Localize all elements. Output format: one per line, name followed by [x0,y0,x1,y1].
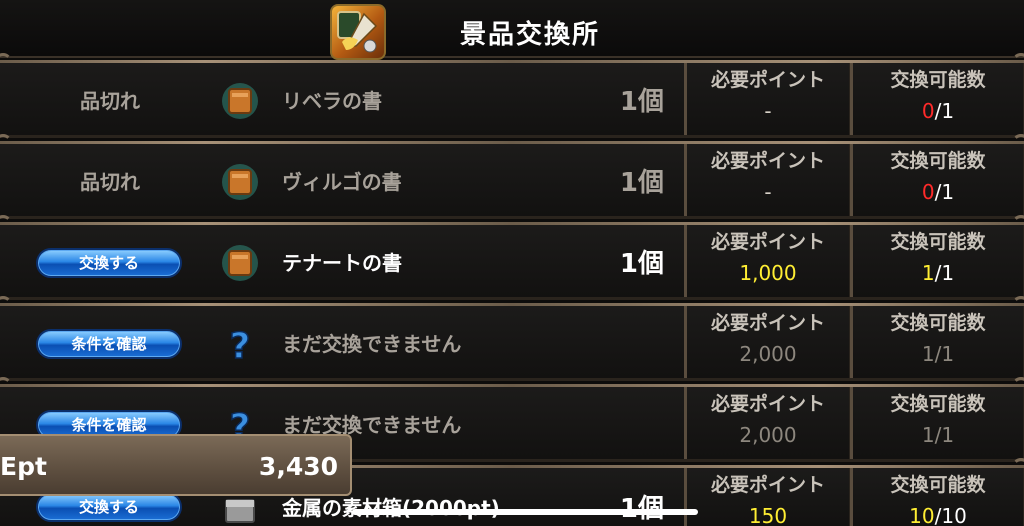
required-points-cell: 必要ポイント - [684,144,850,216]
required-points-label: 必要ポイント [710,150,825,172]
home-indicator[interactable] [352,509,698,515]
exchange-count-value: 1/1 [921,342,955,366]
required-points-value: 2,000 [739,342,797,366]
ornament [0,215,12,233]
required-points-value: - [764,180,772,204]
header: 景品交換所 [0,0,1024,60]
item-quantity: 1個 [619,87,664,117]
required-points-value: 2,000 [739,423,797,447]
item-name: ヴィルゴの書 [282,170,402,194]
exchange-count-label: 交換可能数 [890,393,986,415]
points-value: 3,430 [258,452,338,481]
question-icon: ? [220,324,260,368]
required-points-value: 1,000 [739,261,797,285]
book-icon [220,243,260,283]
check-conditions-button[interactable]: 条件を確認 [36,329,182,359]
item-quantity: 1個 [619,168,664,198]
sold-out-label: 品切れ [80,89,140,113]
list-item: 品切れ ヴィルゴの書 1個 必要ポイント - 交換可能数 0/1 [0,134,1024,219]
sold-out-label: 品切れ [80,170,140,194]
exchange-count-cell: 交換可能数 1/1 [850,387,1024,459]
ornament [0,134,12,152]
exchange-count-label: 交換可能数 [890,474,986,496]
ornament [0,53,12,71]
list-item: 品切れ リベラの書 1個 必要ポイント - 交換可能数 0/1 [0,53,1024,138]
exchange-count-value: 1/1 [921,423,955,447]
required-points-cell: 必要ポイント 2,000 [684,387,850,459]
ornament [0,377,12,395]
exchange-count-value: 10/10 [909,504,967,526]
exchange-count-label: 交換可能数 [890,231,986,253]
exchange-count-cell: 交換可能数 10/10 [850,468,1024,526]
page-title: 景品交換所 [459,20,600,50]
exchange-count-label: 交換可能数 [890,150,986,172]
exchange-count-cell: 交換可能数 0/1 [850,144,1024,216]
required-points-value: - [764,99,772,123]
required-points-label: 必要ポイント [710,231,825,253]
item-name: まだ交換できません [282,332,462,356]
svg-text:?: ? [230,326,251,364]
exchange-count-value: 1/1 [921,261,955,285]
required-points-label: 必要ポイント [710,312,825,334]
book-icon [220,81,260,121]
exchange-count-value: 0/1 [921,99,955,123]
required-points-cell: 必要ポイント 1,000 [684,225,850,297]
required-points-cell: 必要ポイント 2,000 [684,306,850,378]
points-balance-box: Ept 3,430 [0,434,352,496]
shop-emblem-icon [330,4,386,60]
book-icon [220,162,260,202]
required-points-cell: 必要ポイント 150 [684,468,850,526]
item-quantity: 1個 [610,488,664,525]
item-name: 金属の素材箱(2000pt) [282,496,500,520]
required-points-label: 必要ポイント [710,69,825,91]
exchange-count-label: 交換可能数 [890,312,986,334]
list-item: 条件を確認 ? まだ交換できません 必要ポイント 2,000 交換可能数 1/1 [0,296,1024,381]
required-points-label: 必要ポイント [710,393,825,415]
exchange-count-cell: 交換可能数 1/1 [850,306,1024,378]
exchange-button[interactable]: 交換する [36,248,182,278]
exchange-button[interactable]: 交換する [36,492,182,522]
item-name: テナートの書 [282,251,402,275]
list-item: 交換する テナートの書 1個 必要ポイント 1,000 交換可能数 1/1 [0,215,1024,300]
required-points-value: 150 [748,504,788,526]
exchange-count-label: 交換可能数 [890,69,986,91]
required-points-cell: 必要ポイント - [684,63,850,135]
exchange-count-cell: 交換可能数 0/1 [850,63,1024,135]
item-quantity: 1個 [619,249,664,279]
exchange-count-cell: 交換可能数 1/1 [850,225,1024,297]
required-points-label: 必要ポイント [710,474,825,496]
exchange-count-value: 0/1 [921,180,955,204]
item-name: リベラの書 [282,89,382,113]
ornament [0,296,12,314]
points-label: Ept [0,452,47,481]
